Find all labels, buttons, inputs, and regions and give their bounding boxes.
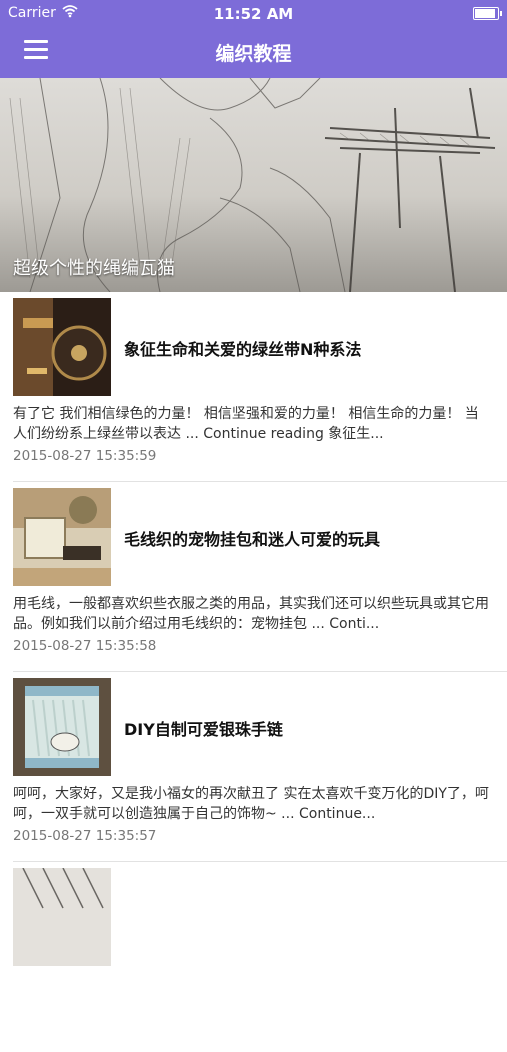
- article-excerpt: 呵呵，大家好，又是我小福女的再次献丑了 实在太喜欢千变万化的DIY了，呵呵，一双…: [13, 786, 489, 822]
- hero-banner[interactable]: 超级个性的绳编瓦猫: [0, 78, 507, 292]
- article-item[interactable]: 象征生命和关爱的绿丝带N种系法 有了它 我们相信绿色的力量！ 相信坚强和爱的力量…: [0, 292, 507, 482]
- article-thumbnail: [13, 298, 111, 396]
- article-thumbnail: [13, 678, 111, 776]
- article-thumbnail: [13, 868, 111, 966]
- article-date: 2015-08-27 15:35:59: [13, 448, 157, 464]
- battery-icon: [473, 7, 502, 20]
- hero-caption: 超级个性的绳编瓦猫: [13, 258, 175, 279]
- article-excerpt: 用毛线，一般都喜欢织些衣服之类的用品，其实我们还可以织些玩具或其它用品。例如我们…: [13, 596, 489, 632]
- status-bar: Carrier 11:52 AM: [0, 0, 507, 26]
- article-date: 2015-08-27 15:35:57: [13, 828, 157, 844]
- article-item[interactable]: DIY自制可爱银珠手链 呵呵，大家好，又是我小福女的再次献丑了 实在太喜欢千变万…: [0, 672, 507, 862]
- article-date: 2015-08-27 15:35:58: [13, 638, 157, 654]
- navigation-bar: 编织教程: [0, 26, 507, 78]
- article-thumbnail: [13, 488, 111, 586]
- article-title: DIY自制可爱银珠手链: [124, 720, 283, 739]
- article-item[interactable]: 毛线织的宠物挂包和迷人可爱的玩具 用毛线，一般都喜欢织些衣服之类的用品，其实我们…: [0, 482, 507, 672]
- article-title: 毛线织的宠物挂包和迷人可爱的玩具: [124, 530, 381, 549]
- article-item[interactable]: [0, 862, 507, 1052]
- status-time: 11:52 AM: [213, 5, 294, 23]
- article-title: 象征生命和关爱的绿丝带N种系法: [124, 340, 362, 359]
- article-excerpt: 有了它 我们相信绿色的力量！ 相信坚强和爱的力量！ 相信生命的力量！ 当人们纷纷…: [13, 406, 479, 442]
- page-title: 编织教程: [215, 43, 292, 65]
